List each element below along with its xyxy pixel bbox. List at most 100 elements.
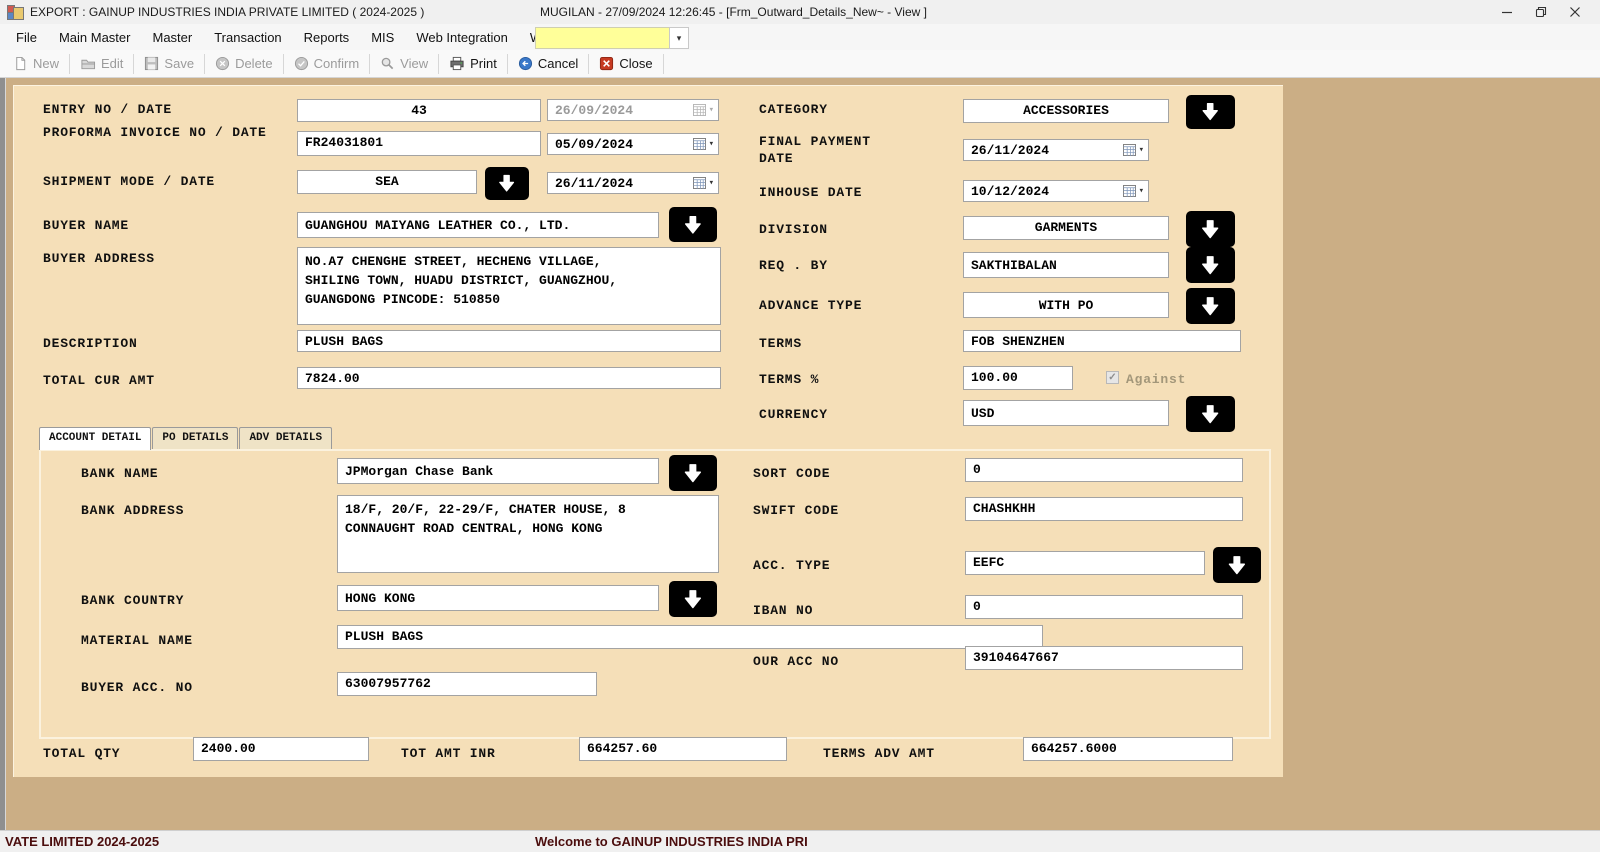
tab-po-details[interactable]: PO DETAILS <box>152 427 238 449</box>
shipment-date-field[interactable]: 26/11/2024 ▾ <box>547 172 719 194</box>
toolbar-button-label: Edit <box>101 56 123 71</box>
bank-name-dropdown-button[interactable] <box>669 455 717 491</box>
entry-date-field[interactable]: 26/09/2024 ▾ <box>547 99 719 121</box>
material-name-field[interactable]: PLUSH BAGS <box>337 625 1043 649</box>
proforma-no-field[interactable]: FR24031801 <box>297 131 541 156</box>
against-checkbox-label: Against <box>1126 372 1186 387</box>
edit-button[interactable]: Edit <box>71 53 132 74</box>
category-dropdown-button[interactable] <box>1186 95 1235 129</box>
close-window-button[interactable] <box>1558 0 1592 24</box>
cancel-button[interactable]: Cancel <box>509 53 587 74</box>
shipment-mode-dropdown-button[interactable] <box>485 167 529 200</box>
toolbar-separator <box>133 54 134 74</box>
currency-label: CURRENCY <box>759 407 828 422</box>
outward-details-form: ENTRY NO / DATE 43 26/09/2024 ▾ PROFORMA… <box>13 85 1283 777</box>
menu-item-file[interactable]: File <box>5 30 48 45</box>
req-by-field[interactable]: SAKTHIBALAN <box>963 252 1169 278</box>
calendar-icon <box>693 138 706 150</box>
combo-dropdown-button[interactable]: ▾ <box>669 27 689 49</box>
inhouse-date-field[interactable]: 10/12/2024 ▾ <box>963 180 1149 202</box>
calendar-icon <box>1123 144 1136 156</box>
shipment-date-value: 26/11/2024 <box>555 176 633 191</box>
restore-button[interactable] <box>1524 0 1558 24</box>
confirm-button[interactable]: Confirm <box>285 53 369 74</box>
terms-field[interactable]: FOB SHENZHEN <box>963 330 1241 352</box>
calendar-icon <box>1123 185 1136 197</box>
new-button[interactable]: New <box>4 53 68 74</box>
save-floppy-icon <box>144 56 159 71</box>
bank-address-field[interactable]: 18/F, 20/F, 22-29/F, CHATER HOUSE, 8 CON… <box>337 495 719 573</box>
menu-item-reports[interactable]: Reports <box>293 30 361 45</box>
close-window-icon <box>1569 6 1581 18</box>
our-acc-no-field[interactable]: 39104647667 <box>965 646 1243 670</box>
toolbar-separator <box>69 54 70 74</box>
division-dropdown-button[interactable] <box>1186 211 1235 247</box>
inhouse-date-value: 10/12/2024 <box>971 184 1049 199</box>
buyer-name-field[interactable]: GUANGHOU MAIYANG LEATHER CO., LTD. <box>297 212 659 238</box>
acc-type-field[interactable]: EEFC <box>965 551 1205 575</box>
minimize-button[interactable] <box>1490 0 1524 24</box>
toolbar-button-label: Save <box>164 56 194 71</box>
total-cur-amt-field[interactable]: 7824.00 <box>297 367 721 389</box>
shipment-mode-field[interactable]: SEA <box>297 170 477 194</box>
iban-no-field[interactable]: 0 <box>965 595 1243 619</box>
total-qty-field[interactable]: 2400.00 <box>193 737 369 761</box>
advance-type-field[interactable]: WITH PO <box>963 292 1169 318</box>
description-field[interactable]: PLUSH BAGS <box>297 330 721 352</box>
tot-amt-inr-field[interactable]: 664257.60 <box>579 737 787 761</box>
save-button[interactable]: Save <box>135 53 203 74</box>
advance-type-dropdown-button[interactable] <box>1186 288 1235 324</box>
bank-address-label: BANK ADDRESS <box>81 503 184 518</box>
menu-item-mis[interactable]: MIS <box>360 30 405 45</box>
toolbar-button-label: View <box>400 56 428 71</box>
entry-no-field[interactable]: 43 <box>297 99 541 122</box>
bank-country-label: BANK COUNTRY <box>81 593 184 608</box>
tab-account-detail[interactable]: ACCOUNT DETAIL <box>39 427 151 450</box>
chevron-down-icon: ▾ <box>677 33 682 44</box>
menu-item-main-master[interactable]: Main Master <box>48 30 142 45</box>
chevron-down-icon: ▾ <box>709 105 714 115</box>
division-field[interactable]: GARMENTS <box>963 216 1169 240</box>
close-button[interactable]: Close <box>590 53 661 74</box>
toolbar-separator <box>369 54 370 74</box>
terms-label: TERMS <box>759 336 802 351</box>
bank-name-field[interactable]: JPMorgan Chase Bank <box>337 458 659 484</box>
category-field[interactable]: ACCESSORIES <box>963 99 1169 123</box>
final-payment-date-value: 26/11/2024 <box>971 143 1049 158</box>
menu-item-master[interactable]: Master <box>141 30 203 45</box>
tab-adv-details[interactable]: ADV DETAILS <box>239 427 332 449</box>
acc-type-dropdown-button[interactable] <box>1213 547 1261 583</box>
chevron-down-icon: ▾ <box>709 139 714 149</box>
buyer-acc-no-field[interactable]: 63007957762 <box>337 672 597 696</box>
bank-country-field[interactable]: HONG KONG <box>337 585 659 611</box>
menu-item-web-integration[interactable]: Web Integration <box>405 30 519 45</box>
terms-adv-amt-field[interactable]: 664257.6000 <box>1023 737 1233 761</box>
new-document-icon <box>13 56 28 71</box>
print-icon <box>449 56 465 71</box>
final-payment-date-label: FINAL PAYMENT DATE <box>759 133 889 167</box>
detail-tab-control: ACCOUNT DETAIL PO DETAILS ADV DETAILS BA… <box>39 427 1271 739</box>
against-checkbox[interactable]: ✓ <box>1106 371 1119 384</box>
view-button[interactable]: View <box>371 53 437 74</box>
app-title: EXPORT : GAINUP INDUSTRIES INDIA PRIVATE… <box>30 5 424 19</box>
req-by-dropdown-button[interactable] <box>1186 247 1235 283</box>
window-controls <box>1490 0 1592 24</box>
proforma-date-field[interactable]: 05/09/2024 ▾ <box>547 133 719 155</box>
toolbar-separator <box>588 54 589 74</box>
currency-field[interactable]: USD <box>963 400 1169 426</box>
chevron-down-icon: ▾ <box>1139 145 1144 155</box>
swift-code-field[interactable]: CHASHKHH <box>965 497 1243 521</box>
inhouse-date-label: INHOUSE DATE <box>759 185 862 200</box>
buyer-acc-no-label: BUYER ACC. NO <box>81 680 193 695</box>
bank-country-dropdown-button[interactable] <box>669 581 717 617</box>
buyer-name-dropdown-button[interactable] <box>669 207 717 242</box>
print-button[interactable]: Print <box>440 53 506 74</box>
terms-pct-field[interactable]: 100.00 <box>963 366 1073 390</box>
entry-date-value: 26/09/2024 <box>555 103 633 118</box>
buyer-address-field[interactable]: NO.A7 CHENGHE STREET, HECHENG VILLAGE, S… <box>297 247 721 325</box>
windows-search-combo[interactable] <box>535 27 670 49</box>
final-payment-date-field[interactable]: 26/11/2024 ▾ <box>963 139 1149 161</box>
delete-button[interactable]: Delete <box>206 53 282 74</box>
menu-item-transaction[interactable]: Transaction <box>203 30 292 45</box>
sort-code-field[interactable]: 0 <box>965 458 1243 482</box>
